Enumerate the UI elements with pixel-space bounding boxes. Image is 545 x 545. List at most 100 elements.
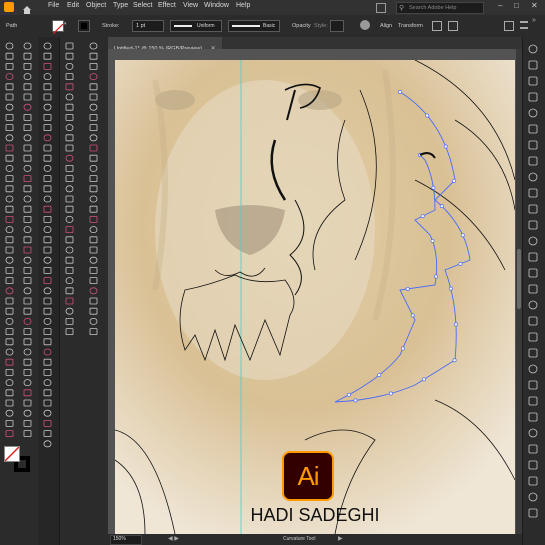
tool-button-icon[interactable] — [65, 215, 74, 223]
tool-button-icon[interactable] — [5, 154, 14, 162]
tool-button-icon[interactable] — [23, 226, 32, 234]
fill-dropdown-chevron-icon[interactable]: ▾ — [64, 21, 67, 27]
brush-definition-select[interactable]: Basic — [228, 20, 280, 32]
anchor-point[interactable] — [405, 286, 410, 291]
tool-button-icon[interactable] — [5, 328, 14, 336]
tool-button-icon[interactable] — [23, 103, 32, 111]
menu-help[interactable]: Help — [236, 2, 250, 9]
tool-button-icon[interactable] — [43, 266, 52, 274]
tool-button-icon[interactable] — [5, 62, 14, 70]
tool-button-icon[interactable] — [23, 266, 32, 274]
tool-button-icon[interactable] — [43, 409, 52, 417]
tool-button-icon[interactable] — [5, 175, 14, 183]
anchor-point[interactable] — [353, 398, 358, 403]
tool-button-icon[interactable] — [23, 430, 32, 438]
tool-button-icon[interactable] — [43, 83, 52, 91]
dock-panel-icon[interactable] — [528, 236, 538, 246]
dock-panel-icon[interactable] — [528, 284, 538, 294]
tool-button-icon[interactable] — [43, 287, 52, 295]
tool-button-icon[interactable] — [65, 175, 74, 183]
tool-button-icon[interactable] — [23, 409, 32, 417]
tool-button-icon[interactable] — [5, 379, 14, 387]
tool-button-icon[interactable] — [43, 103, 52, 111]
tool-button-icon[interactable] — [65, 297, 74, 305]
tool-button-icon[interactable] — [5, 144, 14, 152]
fill-indicator[interactable] — [4, 446, 20, 462]
tool-button-icon[interactable] — [23, 52, 32, 60]
tool-button-icon[interactable] — [43, 246, 52, 254]
opacity-label[interactable]: Opacity — [292, 23, 311, 29]
tool-button-icon[interactable] — [89, 154, 98, 162]
anchor-point[interactable] — [443, 144, 448, 149]
dock-panel-icon[interactable] — [528, 332, 538, 342]
tool-button-icon[interactable] — [23, 185, 32, 193]
recolor-artwork-icon[interactable] — [360, 20, 370, 30]
tool-button-icon[interactable] — [43, 440, 52, 448]
tool-button-icon[interactable] — [43, 134, 52, 142]
menu-edit[interactable]: Edit — [67, 2, 79, 9]
tool-button-icon[interactable] — [23, 175, 32, 183]
panel-menu-icon[interactable] — [520, 21, 528, 29]
tool-button-icon[interactable] — [43, 93, 52, 101]
dock-panel-icon[interactable] — [528, 268, 538, 278]
tool-button-icon[interactable] — [5, 399, 14, 407]
tool-button-icon[interactable] — [89, 297, 98, 305]
dock-panel-icon[interactable] — [528, 188, 538, 198]
artboard-nav-icon[interactable]: ◀ ▶ — [168, 535, 179, 542]
tool-button-icon[interactable] — [43, 215, 52, 223]
tool-button-icon[interactable] — [89, 317, 98, 325]
dock-panel-icon[interactable] — [528, 396, 538, 406]
tool-button-icon[interactable] — [43, 62, 52, 70]
anchor-point[interactable] — [452, 178, 457, 183]
workspace-switcher-icon[interactable] — [376, 3, 386, 13]
arrange-documents-icon[interactable] — [504, 21, 514, 31]
tool-button-icon[interactable] — [23, 246, 32, 254]
tool-button-icon[interactable] — [43, 328, 52, 336]
tool-button-icon[interactable] — [5, 297, 14, 305]
dock-panel-icon[interactable] — [528, 300, 538, 310]
transform-link[interactable]: Transform — [398, 23, 423, 29]
tool-button-icon[interactable] — [23, 42, 32, 50]
tool-button-icon[interactable] — [43, 399, 52, 407]
fill-swatch[interactable] — [52, 20, 64, 35]
tool-button-icon[interactable] — [65, 256, 74, 264]
tool-button-icon[interactable] — [5, 409, 14, 417]
tool-button-icon[interactable] — [5, 277, 14, 285]
tool-button-icon[interactable] — [89, 62, 98, 70]
tool-button-icon[interactable] — [43, 348, 52, 356]
tool-button-icon[interactable] — [89, 83, 98, 91]
tool-button-icon[interactable] — [23, 287, 32, 295]
dock-panel-icon[interactable] — [528, 476, 538, 486]
dock-panel-icon[interactable] — [528, 124, 538, 134]
tool-button-icon[interactable] — [5, 83, 14, 91]
close-icon[interactable]: ✕ — [531, 1, 538, 10]
tool-button-icon[interactable] — [43, 236, 52, 244]
tool-button-icon[interactable] — [23, 256, 32, 264]
tool-button-icon[interactable] — [5, 114, 14, 121]
tool-button-icon[interactable] — [5, 266, 14, 274]
tool-button-icon[interactable] — [65, 328, 74, 336]
tool-button-icon[interactable] — [89, 114, 98, 121]
tool-button-icon[interactable] — [65, 144, 74, 152]
stroke-swatch[interactable] — [78, 20, 90, 32]
tool-button-icon[interactable] — [23, 83, 32, 91]
menu-object[interactable]: Object — [86, 2, 106, 9]
tool-button-icon[interactable] — [89, 175, 98, 183]
dock-panel-icon[interactable] — [528, 76, 538, 86]
dock-panel-icon[interactable] — [528, 92, 538, 102]
tool-button-icon[interactable] — [5, 368, 14, 376]
tool-button-icon[interactable] — [89, 328, 98, 336]
tool-button-icon[interactable] — [23, 154, 32, 162]
collapse-chevron-icon[interactable]: » — [532, 17, 536, 24]
tool-button-icon[interactable] — [23, 419, 32, 427]
tool-button-icon[interactable] — [65, 73, 74, 80]
tool-button-icon[interactable] — [89, 134, 98, 142]
tool-button-icon[interactable] — [65, 317, 74, 325]
tool-button-icon[interactable] — [5, 317, 14, 325]
tool-button-icon[interactable] — [5, 338, 14, 346]
tool-button-icon[interactable] — [5, 226, 14, 234]
tool-button-icon[interactable] — [5, 52, 14, 60]
tool-button-icon[interactable] — [43, 297, 52, 305]
tool-button-icon[interactable] — [23, 358, 32, 366]
menu-type[interactable]: Type — [113, 2, 128, 9]
